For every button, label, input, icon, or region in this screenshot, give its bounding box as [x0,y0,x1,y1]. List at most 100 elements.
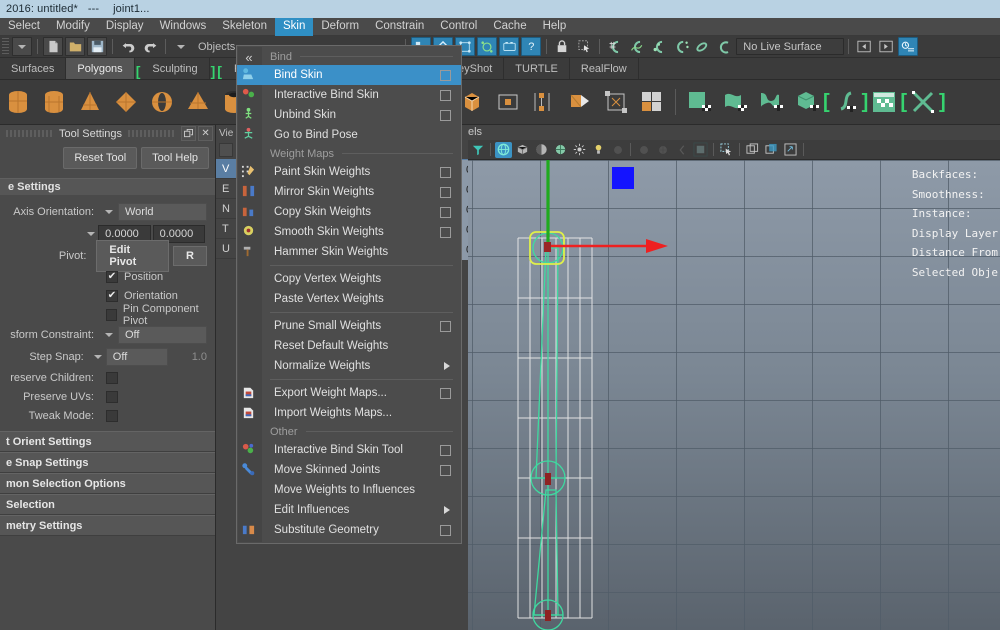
option-box-icon[interactable] [440,90,451,101]
menu-item-prune-small-weights[interactable]: Prune Small Weights [237,316,461,336]
pivot-checkbox-position[interactable]: ✔ Position [0,267,215,286]
menu-item-move-skinned-joints[interactable]: Move Skinned Joints [237,460,461,480]
toggle-checkbox-icon[interactable] [106,390,118,403]
step-snap-value[interactable]: Off [105,348,168,366]
gate-mask-icon[interactable] [763,142,780,158]
poly-plane-icon[interactable] [111,87,141,117]
checkbox-icon[interactable]: ✔ [106,289,118,302]
menu-item-paint-skin-weights[interactable]: Paint Skin Weights [237,162,461,182]
redo-icon[interactable] [140,37,160,56]
accordion-section-1[interactable]: e Snap Settings [0,452,215,473]
accordion-section-3[interactable]: Selection [0,494,215,515]
mirror-geometry-icon[interactable] [792,87,822,117]
menu-item-import-weights-maps[interactable]: Import Weights Maps... [237,403,461,423]
shelf-tab-surfaces[interactable]: Surfaces [0,58,67,79]
checkbox-icon[interactable]: ✔ [106,270,118,283]
shadows-icon[interactable] [514,142,531,158]
menu-item-smooth-skin-weights[interactable]: Smooth Skin Weights [237,222,461,242]
option-box-icon[interactable] [440,167,451,178]
lighting-icon[interactable] [533,142,550,158]
option-box-icon[interactable] [440,227,451,238]
target-weld-icon[interactable] [529,87,559,117]
menu-item-display[interactable]: Display [98,18,152,36]
xray-joints-icon[interactable] [654,142,671,158]
gate-mask-icon[interactable] [744,142,761,158]
option-box-icon[interactable] [440,321,451,332]
toggle-preserve-uvs-[interactable]: Preserve UVs: [0,387,215,406]
resolution-gate-icon[interactable] [718,142,735,158]
menu-item-copy-skin-weights[interactable]: Copy Skin Weights [237,202,461,222]
axis-orientation-value[interactable]: World [118,203,207,221]
transform-constraint-dropdown-icon[interactable] [100,333,118,337]
quad-draw-icon[interactable] [831,87,861,117]
make-live-icon[interactable] [715,37,735,56]
accordion-section-2[interactable]: mon Selection Options [0,473,215,494]
multi-cut-icon[interactable] [565,87,595,117]
menu-item-mirror-skin-weights[interactable]: Mirror Skin Weights [237,182,461,202]
select-mode-icon[interactable] [171,37,191,56]
panel-drag-dots-right[interactable] [128,130,176,137]
poly-torus-icon[interactable] [147,87,177,117]
accordion-section-4[interactable]: metry Settings [0,515,215,536]
axis-numeric-dropdown-icon[interactable] [83,232,98,236]
toggle-tweak-mode-[interactable]: Tweak Mode: [0,406,215,425]
bulb-icon[interactable] [571,142,588,158]
skin-dropdown-menu[interactable]: «Bind Bind Skin Interactive Bind Skin Unbin… [236,45,462,544]
select-by-icon[interactable] [574,37,594,56]
new-scene-icon[interactable] [43,37,63,56]
poly-cone-icon[interactable] [75,87,105,117]
menu-item-move-weights-to-influences[interactable]: Move Weights to Influences [237,480,461,500]
menu-item-constrain[interactable]: Constrain [367,18,432,36]
menu-item-select[interactable]: Select [0,18,48,36]
menu-item-deform[interactable]: Deform [313,18,367,36]
menu-item-bind-skin[interactable]: Bind Skin [237,65,461,85]
option-box-icon[interactable] [440,445,451,456]
undock-icon[interactable] [181,126,197,141]
menu-item-copy-vertex-weights[interactable]: Copy Vertex Weights [237,269,461,289]
snap-projected-icon[interactable] [671,37,691,56]
gate-mask-icon[interactable] [782,142,799,158]
toggle-checkbox-icon[interactable] [106,409,118,422]
menu-item-reset-default-weights[interactable]: Reset Default Weights [237,336,461,356]
edit-pivot-button[interactable]: Edit Pivot [96,240,170,272]
sculpt-icon[interactable] [869,87,899,117]
channel-box-icon-1[interactable] [219,143,233,157]
selection-mode-dropdown-icon[interactable] [12,37,32,56]
option-box-icon[interactable] [440,525,451,536]
pivot-checkbox-pin-component-pivot[interactable]: Pin Component Pivot [0,303,215,327]
boolean-icon[interactable] [684,87,714,117]
shelf-tab-polygons[interactable]: Polygons [66,58,135,79]
isolate-select-icon[interactable] [673,142,690,158]
xray-icon[interactable] [635,142,652,158]
menu-item-paste-vertex-weights[interactable]: Paste Vertex Weights [237,289,461,309]
show-editor-icon[interactable] [854,37,874,56]
snap-view-plane-icon[interactable] [693,37,713,56]
screen-space-ao-icon[interactable] [590,142,607,158]
symmetry-icon[interactable] [908,87,938,117]
3d-viewport[interactable]: Backfaces: Smoothness: Instance: Display La… [468,160,1000,630]
accordion-section-0[interactable]: t Orient Settings [0,431,215,452]
menu-item-export-weight-maps[interactable]: Export Weight Maps... [237,383,461,403]
axis-orientation-dropdown-icon[interactable] [100,210,118,214]
shelf-tab-realflow[interactable]: RealFlow [569,58,639,79]
menu-item-interactive-bind-skin[interactable]: Interactive Bind Skin [237,85,461,105]
snap-curve-icon[interactable] [627,37,647,56]
option-box-icon[interactable] [440,70,451,81]
poly-pyramid-icon[interactable] [183,87,213,117]
toggle-checkbox-icon[interactable] [106,371,118,384]
reset-tool-button[interactable]: Reset Tool [63,147,138,169]
panel-drag-dots-left[interactable] [6,130,54,137]
append-polygon-icon[interactable] [493,87,523,117]
snap-point-icon[interactable] [649,37,669,56]
menu-item-edit-influences[interactable]: Edit Influences [237,500,461,520]
menu-item-windows[interactable]: Windows [152,18,215,36]
textures-icon[interactable] [552,142,569,158]
snap-grid-icon[interactable] [605,37,625,56]
live-surface-field[interactable]: No Live Surface [736,38,845,55]
option-box-icon[interactable] [440,207,451,218]
menu-item-control[interactable]: Control [432,18,485,36]
menu-item-skeleton[interactable]: Skeleton [214,18,275,36]
menu-item-modify[interactable]: Modify [48,18,98,36]
option-box-icon[interactable] [440,110,451,121]
menu-item-unbind-skin[interactable]: Unbind Skin [237,105,461,125]
